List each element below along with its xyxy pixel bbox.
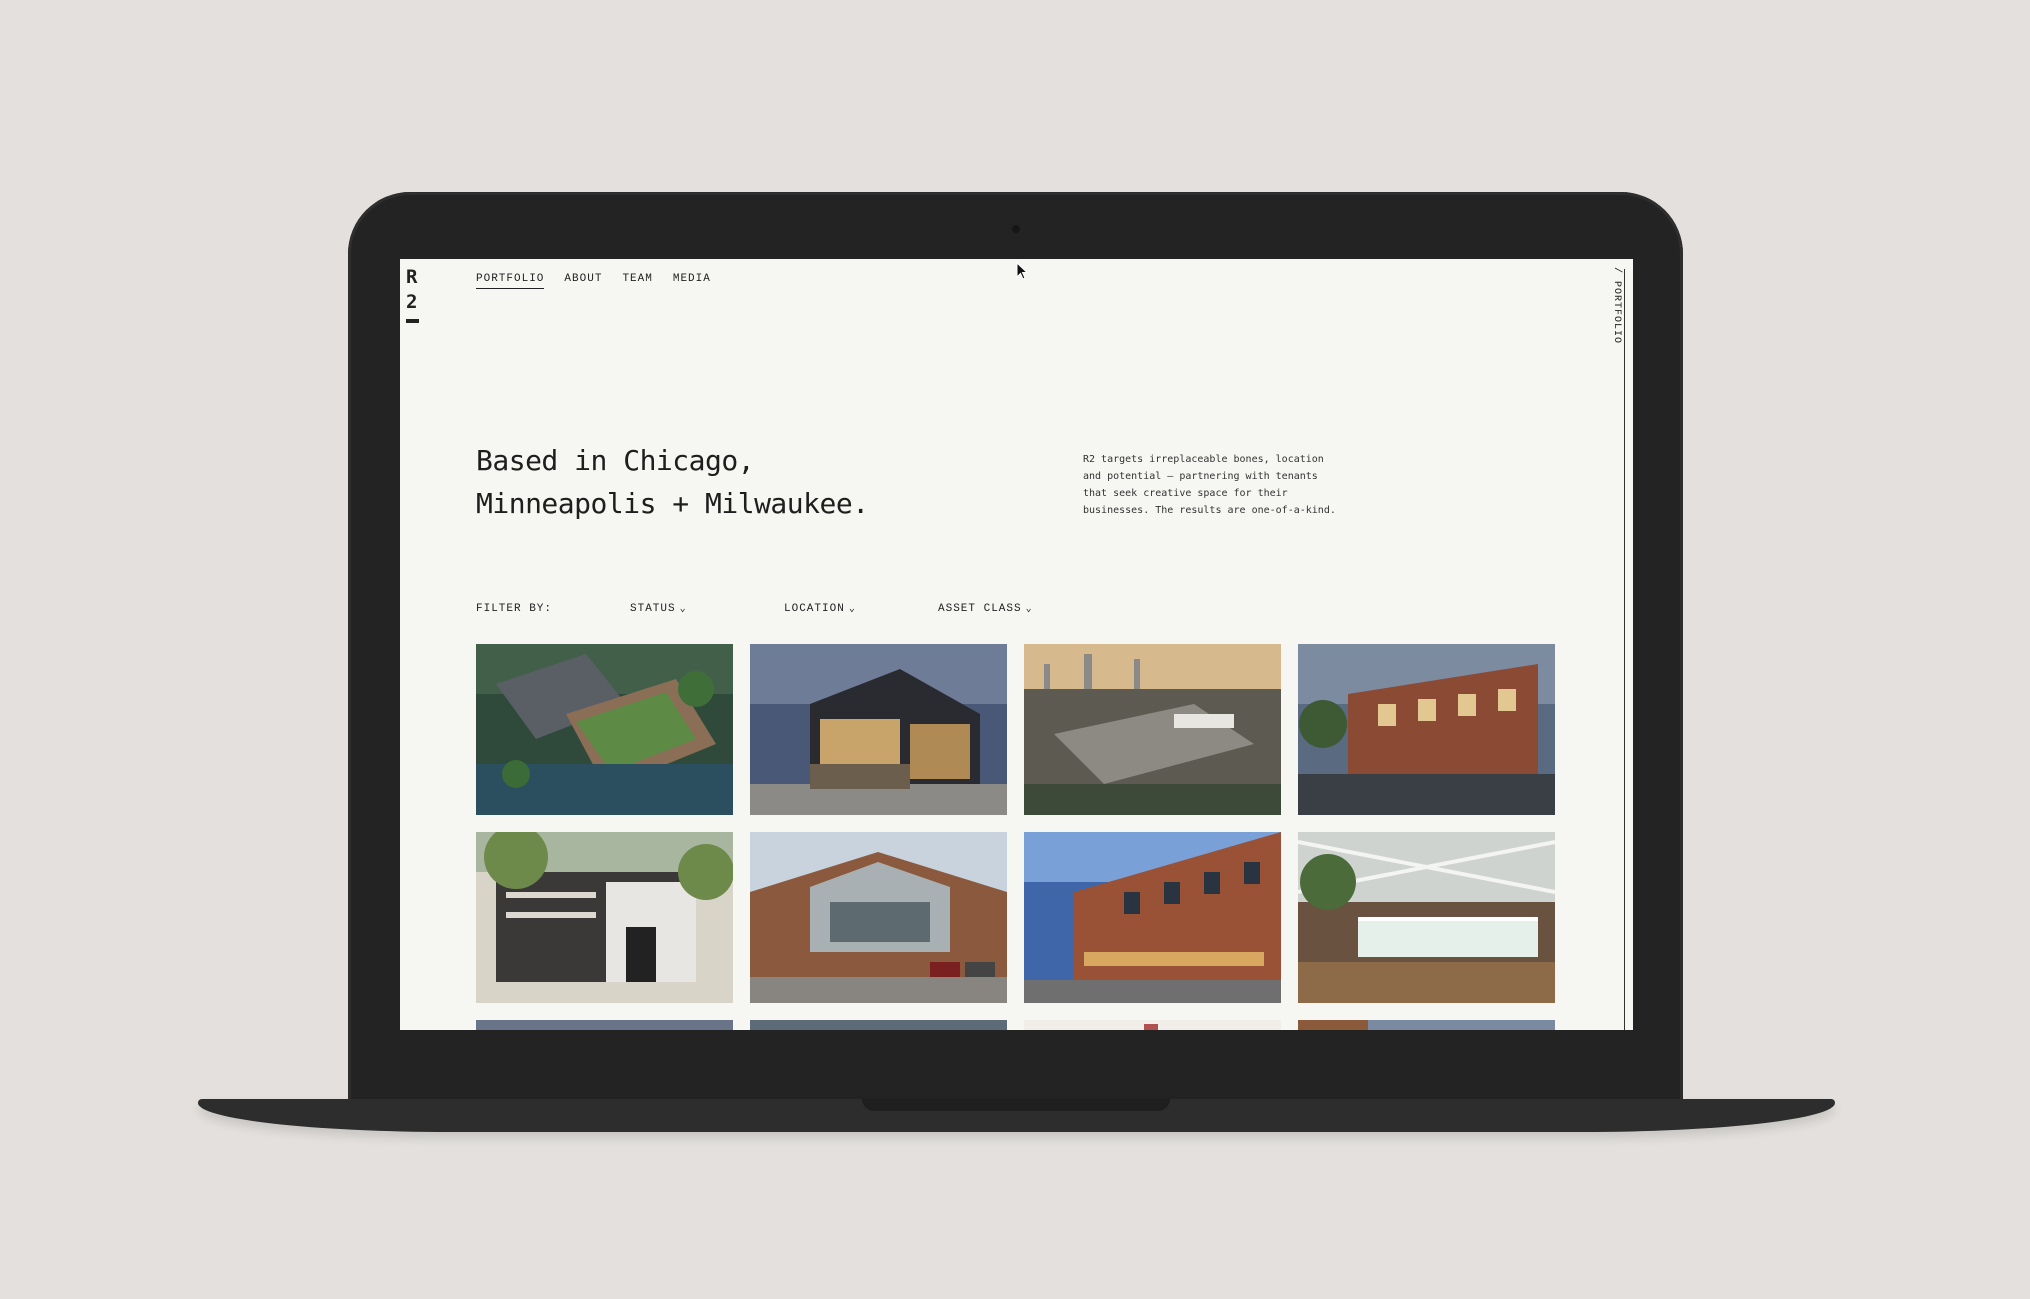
portfolio-tile[interactable] [1024, 1020, 1281, 1030]
intro-line: businesses. The results are one-of-a-kin… [1083, 505, 1336, 516]
portfolio-tile[interactable] [1298, 1020, 1555, 1030]
project-image [1298, 1020, 1555, 1030]
asset-class-filter-label: ASSET CLASS [938, 603, 1022, 615]
filter-label: FILTER BY: [476, 603, 553, 615]
nav-item-media[interactable]: MEDIA [673, 273, 711, 289]
portfolio-tile[interactable] [750, 1020, 1007, 1030]
project-image [476, 644, 733, 815]
headline-line: Based in Chicago, [476, 444, 755, 477]
browser-viewport: R 2 PORTFOLIO ABOUT TEAM MEDIA / PORTFOL… [400, 259, 1633, 1030]
intro-paragraph: R2 targets irreplaceable bones, location… [1083, 451, 1353, 519]
portfolio-tile[interactable] [750, 644, 1007, 815]
page-headline: Based in Chicago, Minneapolis + Milwauke… [476, 439, 869, 525]
portfolio-tile[interactable] [1024, 832, 1281, 1003]
portfolio-tile[interactable] [750, 832, 1007, 1003]
site-logo[interactable]: R 2 [406, 265, 430, 323]
nav-item-portfolio[interactable]: PORTFOLIO [476, 273, 545, 289]
headline-line: Minneapolis + Milwaukee. [476, 487, 869, 520]
project-image [1024, 832, 1281, 1003]
intro-line: R2 targets irreplaceable bones, location [1083, 454, 1324, 465]
nav-item-about[interactable]: ABOUT [564, 273, 602, 289]
portfolio-tile[interactable] [476, 832, 733, 1003]
filter-bar: FILTER BY: STATUS ⌄ LOCATION ⌄ ASSET CLASS… [476, 603, 1076, 623]
project-image [1298, 832, 1555, 1003]
location-filter[interactable]: LOCATION ⌄ [784, 603, 856, 615]
chevron-down-icon: ⌄ [679, 604, 687, 615]
laptop-notch [862, 1099, 1170, 1111]
side-section-label: / PORTFOLIO [1611, 267, 1622, 345]
intro-line: and potential – partnering with tenants [1083, 471, 1318, 482]
main-nav: PORTFOLIO ABOUT TEAM MEDIA [476, 273, 711, 289]
logo-digit: 2 [406, 291, 418, 313]
location-filter-label: LOCATION [784, 603, 845, 615]
project-image [750, 1020, 1007, 1030]
portfolio-tile[interactable] [476, 644, 733, 815]
asset-class-filter[interactable]: ASSET CLASS ⌄ [938, 603, 1033, 615]
project-image [750, 832, 1007, 1003]
project-image [750, 644, 1007, 815]
camera-icon [1012, 225, 1020, 233]
side-divider [1624, 269, 1625, 1030]
logo-bar [406, 319, 419, 323]
project-image [1024, 644, 1281, 815]
portfolio-tile[interactable] [1298, 644, 1555, 815]
project-image [476, 832, 733, 1003]
project-image [1024, 1020, 1281, 1030]
project-image [476, 1020, 733, 1030]
mouse-cursor-icon [1016, 262, 1028, 280]
portfolio-tile[interactable] [1024, 644, 1281, 815]
nav-item-team[interactable]: TEAM [622, 273, 652, 289]
portfolio-tile[interactable] [1298, 832, 1555, 1003]
portfolio-tile[interactable] [476, 1020, 733, 1030]
intro-line: that seek creative space for their [1083, 488, 1288, 499]
chevron-down-icon: ⌄ [848, 604, 856, 615]
status-filter-label: STATUS [630, 603, 676, 615]
chevron-down-icon: ⌄ [1025, 604, 1033, 615]
project-image [1298, 644, 1555, 815]
logo-letter: R [406, 266, 418, 288]
status-filter[interactable]: STATUS ⌄ [630, 603, 687, 615]
